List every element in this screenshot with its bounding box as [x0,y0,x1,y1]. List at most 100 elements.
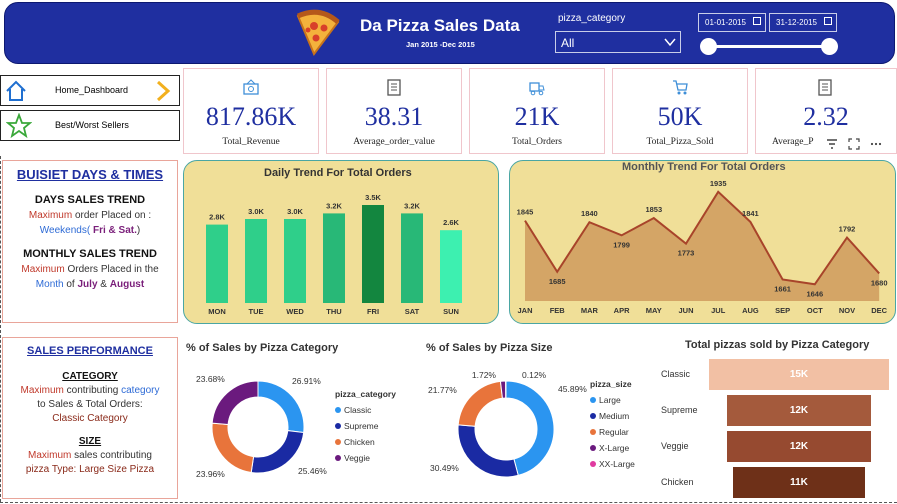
daily-trend-chart: Daily Trend For Total Orders 2.8K MON 3.0K… [183,160,499,324]
daily-bar [323,213,345,303]
donut-data-label: 45.89% [558,384,587,394]
daily-tick-label: SAT [405,307,420,316]
section-heading: DAYS SALES TREND [34,194,146,206]
pizza-icon [296,9,340,56]
monthly-tick-label: DEC [871,306,887,315]
donut-slice [211,380,259,426]
daily-tick-label: TUE [249,307,264,316]
kpi-label: Average_P [772,137,814,147]
kpi-label: Total_Revenue [222,137,280,147]
legend-item[interactable]: Regular [590,427,635,437]
daily-data-label: 2.8K [209,213,225,222]
insight-text: Maximum sales contributing [28,450,152,461]
legend-label: X-Large [599,443,630,453]
size-donut-chart: 45.89% 30.49% 21.77% 1.72% 0.12% [428,370,587,478]
focus-mode-icon[interactable] [848,138,860,150]
monthly-tick-label: FEB [550,306,566,315]
date-range-slider[interactable] [706,45,832,48]
clipboard-icon [818,79,832,96]
legend-label: Classic [344,405,372,415]
monthly-area [525,191,880,301]
donut-data-label: 21.77% [428,385,457,395]
end-date-input[interactable]: 31-12-2015 [769,13,837,32]
legend-item[interactable]: Chicken [335,437,396,447]
calendar-icon[interactable] [753,17,761,25]
daily-bar [362,205,384,303]
kpi-label: Total_Pizza_Sold [646,137,714,147]
kpi-label: Total_Orders [512,137,562,147]
monthly-tick-label: JUN [678,306,693,315]
category-legend: pizza_category Classic Supreme Chicken Vegg… [335,389,396,463]
daily-bar [206,224,228,303]
slider-end-handle[interactable] [821,38,838,55]
funnel-category-label: Classic [661,369,691,379]
monthly-tick-label: JAN [517,306,532,315]
chevron-down-icon [664,38,676,47]
monthly-data-label: 1935 [710,179,727,188]
filter-icon[interactable] [826,138,838,150]
legend-label: Chicken [344,437,375,447]
legend-item[interactable]: Medium [590,411,635,421]
kpi-card-total-pizza-sold: 50K Total_Pizza_Sold [612,68,748,154]
legend-item[interactable]: XX-Large [590,459,635,469]
insight-text: pizza Type: Large Size Pizza [25,464,155,475]
legend-label: Regular [599,427,629,437]
calendar-icon[interactable] [824,17,832,25]
cart-icon [673,80,688,95]
legend-item[interactable]: Classic [335,405,396,415]
daily-tick-label: SUN [443,307,459,316]
funnel-category-label: Chicken [661,477,694,487]
sidebar-item-best-worst-sellers[interactable]: Best/Worst Sellers [0,110,180,141]
visual-header-toolbar [824,135,896,153]
legend-item[interactable]: X-Large [590,443,635,453]
legend-item[interactable]: Supreme [335,421,396,431]
sales-performance-panel: SALES PERFORMANCE CATEGORY Maximum contr… [2,337,178,499]
monthly-data-label: 1773 [678,249,695,258]
divider [0,156,1,502]
daily-data-label: 2.6K [443,218,459,227]
busiest-days-panel: BUISIET DAYS & TIMES DAYS SALES TREND Ma… [2,160,178,323]
monthly-data-label: 1799 [613,240,630,249]
kpi-card-average-order-value: 38.31 Average_order_value [326,68,462,154]
donut-data-label: 26.91% [292,376,321,386]
insight-text: Maximum order Placed on : [28,210,152,221]
legend-item[interactable]: Large [590,395,635,405]
donut-data-label: 23.68% [196,374,225,384]
revenue-icon [243,79,259,95]
legend-label: Veggie [344,453,370,463]
daily-data-label: 3.2K [326,201,342,210]
monthly-tick-label: OCT [807,306,823,315]
kpi-value: 2.32 [803,102,849,131]
insight-text: Month of July & August [35,279,145,290]
category-slicer-dropdown[interactable]: All [555,31,681,53]
chart-title: % of Sales by Pizza Category [186,342,339,354]
funnel-category-label: Supreme [661,405,698,415]
sidebar-item-home-dashboard[interactable]: Home_Dashboard [0,75,180,106]
monthly-data-label: 1661 [774,284,791,293]
donut-data-label: 0.12% [522,370,547,380]
legend-marker [590,429,596,435]
category-donut-chart: 26.91% 25.46% 23.96% 23.68% [196,374,327,479]
end-date-value: 31-12-2015 [776,18,817,27]
daily-trend-plot: 2.8K MON 3.0K TUE 3.0K WED 3.2K THU 3.5K FRI 3.2K S… [206,193,462,316]
slider-start-handle[interactable] [700,38,717,55]
daily-data-label: 3.5K [365,193,381,202]
daily-tick-label: WED [286,307,304,316]
chevron-right-icon [156,80,171,102]
page-subtitle: Jan 2015 -Dec 2015 [406,40,475,49]
page-title: Da Pizza Sales Data [360,16,520,35]
daily-bar [440,230,462,303]
size-legend: pizza_size Large Medium Regular X-Large XX-L… [590,379,635,469]
funnel-bar: 12K [727,395,871,426]
kpi-value: 38.31 [364,102,424,131]
kpi-card-total-revenue: 817.86K Total_Revenue [183,68,319,154]
monthly-data-label: 1853 [645,205,662,214]
section-heading: MONTHLY SALES TREND [23,248,157,260]
legend-title: pizza_category [335,389,396,399]
donut-data-label: 23.96% [196,469,225,479]
start-date-input[interactable]: 01-01-2015 [698,13,766,32]
legend-item[interactable]: Veggie [335,453,396,463]
donut-slice [457,424,519,478]
more-options-icon[interactable] [870,138,882,150]
clipboard-icon [387,79,401,96]
